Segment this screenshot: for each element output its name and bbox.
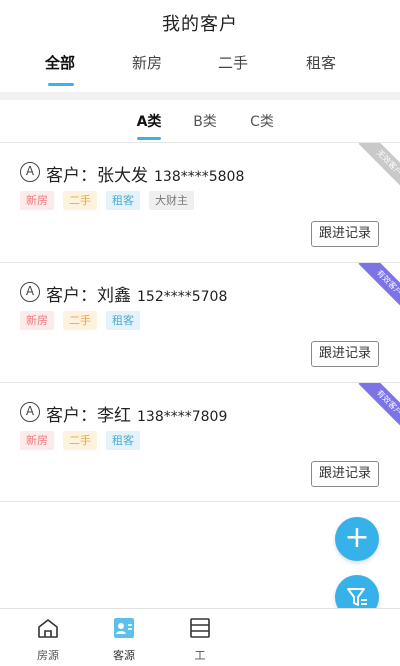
- active-tab-indicator: [48, 83, 74, 86]
- tab-all[interactable]: 全部: [20, 52, 100, 73]
- follow-up-record-button[interactable]: 跟进记录: [311, 461, 379, 487]
- add-customer-button[interactable]: +: [335, 517, 379, 561]
- bottom-tab-bar: 房源 客源 工: [0, 608, 400, 666]
- grade-badge: A: [20, 402, 40, 422]
- customer-name-line: 客户：李红 138****7809: [46, 401, 227, 426]
- grade-badge: A: [20, 282, 40, 302]
- tag-new-house: 新房: [20, 311, 54, 330]
- tag-big-spender: 大财主: [149, 191, 194, 210]
- grade-badge: A: [20, 162, 40, 182]
- customer-card[interactable]: A 客户：刘鑫 152****5708 新房 二手 租客 跟进记录 有效客户: [0, 262, 400, 382]
- tab-new-house[interactable]: 新房: [107, 52, 187, 73]
- tag-second-hand: 二手: [63, 191, 97, 210]
- tab-grade-a[interactable]: A类: [124, 111, 174, 131]
- customer-name-line: 客户：刘鑫 152****5708: [46, 281, 227, 306]
- work-icon: [190, 618, 210, 638]
- customer-name: 张大发: [97, 166, 148, 186]
- tab-tenant[interactable]: 租客: [281, 52, 361, 73]
- customer-name-line: 客户：张大发 138****5808: [46, 161, 244, 186]
- tab-grade-c[interactable]: C类: [237, 111, 287, 131]
- house-icon: [38, 619, 58, 638]
- tag-new-house: 新房: [20, 431, 54, 450]
- follow-up-record-button[interactable]: 跟进记录: [311, 221, 379, 247]
- top-tabs: 全部 新房 二手 租客: [0, 52, 400, 82]
- tag-tenant: 租客: [106, 431, 140, 450]
- customer-tags: 新房 二手 租客 大财主: [20, 191, 194, 210]
- tag-second-hand: 二手: [63, 311, 97, 330]
- follow-up-record-button[interactable]: 跟进记录: [311, 341, 379, 367]
- grade-tabs: A类 B类 C类: [0, 100, 400, 142]
- status-ribbon-label: 有效客户: [358, 263, 400, 311]
- page-title: 我的客户: [162, 14, 238, 35]
- status-ribbon-label: 无效客户: [358, 143, 400, 191]
- customer-phone: 152****5708: [137, 289, 228, 305]
- customer-card[interactable]: A 客户：张大发 138****5808 新房 二手 租客 大财主 跟进记录 无效…: [0, 142, 400, 262]
- tag-tenant: 租客: [106, 311, 140, 330]
- tab-work[interactable]: 工: [165, 609, 235, 666]
- divider: [0, 92, 400, 100]
- customer-phone: 138****7809: [137, 409, 228, 425]
- tag-new-house: 新房: [20, 191, 54, 210]
- tab-second-hand[interactable]: 二手: [193, 52, 273, 73]
- customer-phone: 138****5808: [154, 169, 245, 185]
- active-grade-indicator: [137, 137, 161, 140]
- status-ribbon: 有效客户: [352, 383, 400, 431]
- tab-grade-b[interactable]: B类: [180, 111, 230, 131]
- customer-label: 客户：: [46, 286, 97, 306]
- tab-listings[interactable]: 房源: [13, 609, 83, 666]
- tag-tenant: 租客: [106, 191, 140, 210]
- customer-label: 客户：: [46, 166, 97, 186]
- header: 我的客户 全部 新房 二手 租客: [0, 0, 400, 92]
- status-ribbon: 有效客户: [352, 263, 400, 311]
- tab-label: 工: [194, 649, 206, 662]
- customer-tags: 新房 二手 租客: [20, 431, 140, 450]
- customer-card[interactable]: A 客户：李红 138****7809 新房 二手 租客 跟进记录 有效客户: [0, 382, 400, 502]
- status-ribbon: 无效客户: [352, 143, 400, 191]
- customer-name: 刘鑫: [97, 286, 131, 306]
- tab-clients[interactable]: 客源: [89, 609, 159, 666]
- tab-label: 客源: [113, 649, 135, 662]
- customer-name: 李红: [97, 406, 131, 426]
- customer-tags: 新房 二手 租客: [20, 311, 140, 330]
- tab-label: 房源: [37, 649, 59, 662]
- contact-card-icon: [114, 618, 134, 638]
- plus-icon: +: [344, 520, 370, 555]
- customer-label: 客户：: [46, 406, 97, 426]
- status-ribbon-label: 有效客户: [358, 383, 400, 431]
- customer-list: A 客户：张大发 138****5808 新房 二手 租客 大财主 跟进记录 无效…: [0, 142, 400, 502]
- tag-second-hand: 二手: [63, 431, 97, 450]
